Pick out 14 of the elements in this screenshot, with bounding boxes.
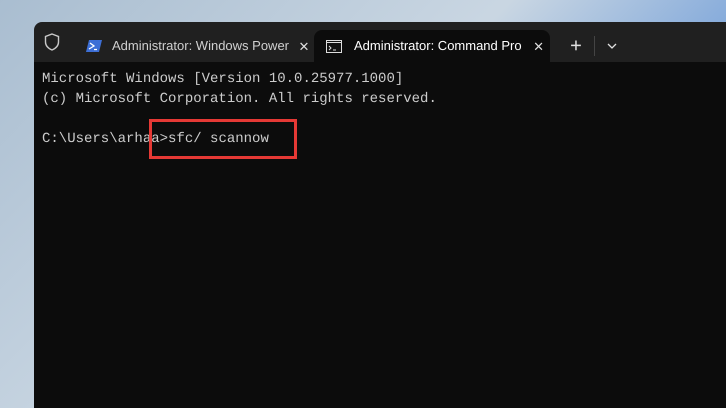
tab[interactable]: Administrator: Windows Power × (74, 30, 314, 62)
shield-icon[interactable] (44, 33, 60, 51)
new-tab-button[interactable]: + (564, 35, 588, 57)
close-button[interactable]: × (534, 38, 544, 54)
close-button[interactable]: × (299, 38, 309, 54)
output-line: (c) Microsoft Corporation. All rights reserved. (42, 90, 438, 109)
tab-title: Administrator: Windows Power (112, 37, 289, 56)
tab-title: Administrator: Command Pro (354, 37, 522, 56)
output-line: Microsoft Windows [Version 10.0.25977.1000] (42, 70, 404, 89)
command-text: sfc/ scannow (168, 130, 269, 149)
console-window-icon (326, 40, 342, 52)
chevron-down-icon[interactable] (607, 43, 617, 49)
tab[interactable]: Administrator: Command Pro × (314, 30, 550, 62)
terminal-prompt-icon (86, 39, 102, 53)
